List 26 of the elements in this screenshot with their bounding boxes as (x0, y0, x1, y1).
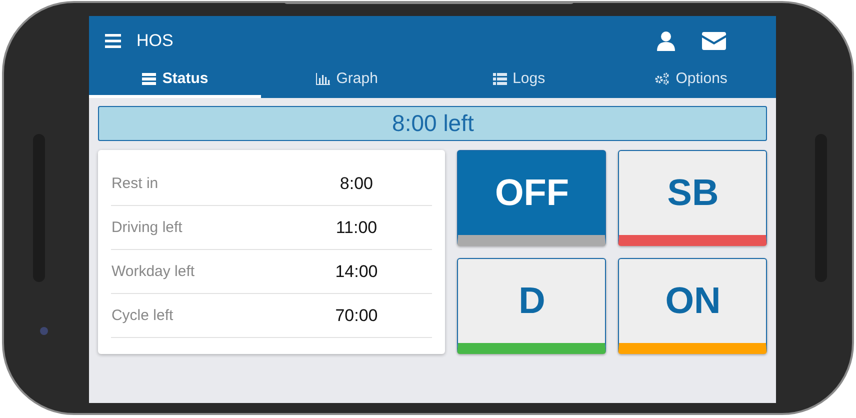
duty-status-button[interactable]: D (457, 258, 606, 354)
timer-label: Cycle left (111, 307, 174, 324)
timer-value: 11:00 (334, 218, 378, 238)
timer-label: Driving left (111, 219, 184, 236)
tab[interactable]: Graph (261, 66, 433, 98)
mail-icon[interactable] (702, 32, 726, 50)
timer-label: Workday left (111, 263, 196, 280)
tab[interactable]: Status (89, 66, 262, 98)
tab[interactable]: Options (604, 66, 776, 98)
gears-icon (654, 72, 670, 85)
time-left-banner: 8:00 left (98, 106, 768, 141)
duty-status-button[interactable]: ON (618, 258, 768, 354)
menu-icon[interactable] (105, 34, 122, 48)
bar-chart-icon (316, 72, 330, 84)
duty-status-button[interactable]: SB (618, 150, 768, 246)
camera-dot (40, 327, 48, 335)
app-title: HOS (136, 31, 174, 51)
server-icon (142, 72, 156, 84)
user-icon[interactable] (657, 31, 676, 51)
timer-value: 70:00 (334, 306, 379, 326)
list-icon (492, 72, 507, 84)
duty-status-button[interactable]: OFF (457, 150, 606, 246)
tab[interactable]: Logs (432, 66, 605, 98)
timer-value: 14:00 (334, 262, 379, 282)
timer-value: 8:00 (338, 174, 374, 194)
timer-label: Rest in (111, 175, 160, 192)
